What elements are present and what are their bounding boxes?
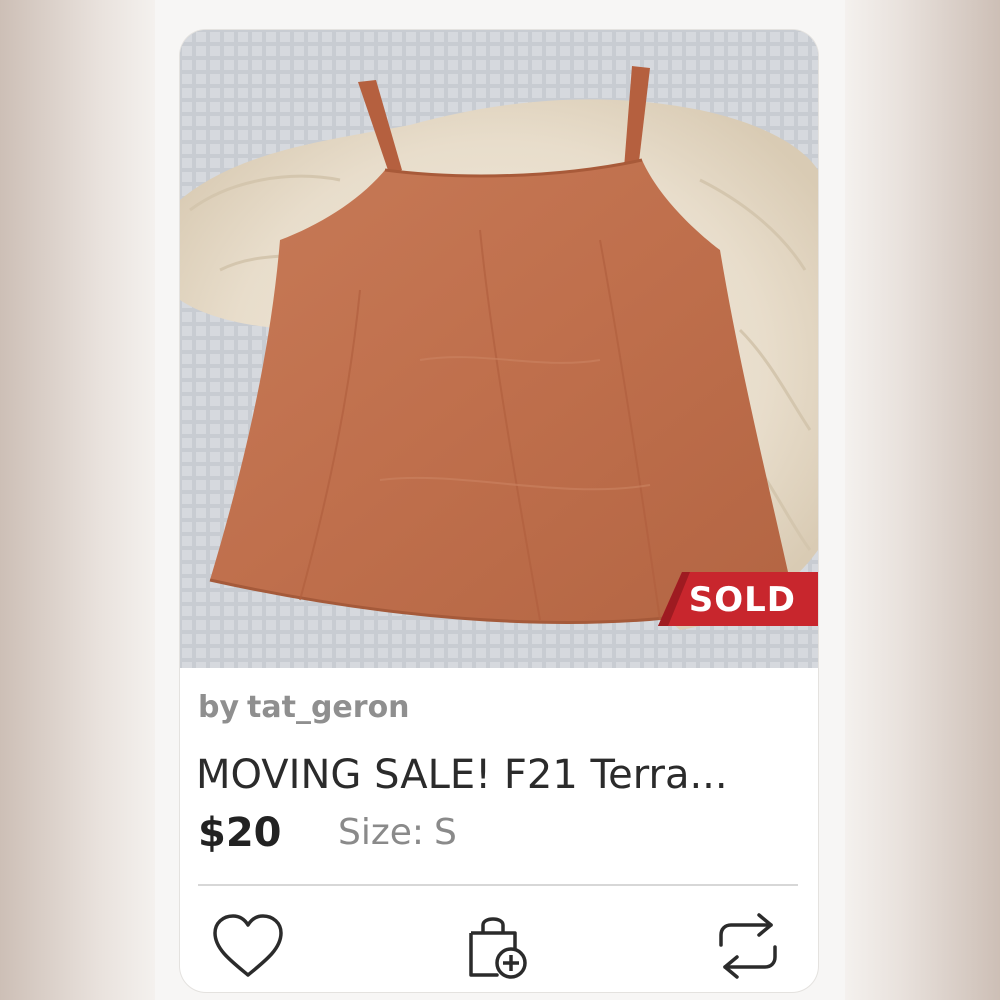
add-to-bundle-button[interactable]: [458, 908, 538, 984]
listing-card[interactable]: SOLD by tat_geron MOVING SALE! F21 Terra.…: [180, 30, 818, 992]
heart-icon: [213, 914, 283, 977]
sold-label: SOLD: [688, 580, 796, 620]
sold-badge: SOLD: [658, 572, 818, 626]
seller-prefix: by: [198, 690, 240, 725]
listing-photo[interactable]: SOLD: [180, 30, 818, 668]
divider: [198, 884, 798, 886]
share-button[interactable]: [708, 908, 788, 984]
seller-username[interactable]: tat_geron: [247, 690, 410, 725]
size-label: Size:: [338, 812, 425, 853]
size-info: Size: S: [338, 812, 457, 853]
like-button[interactable]: [208, 908, 288, 984]
size-value: S: [434, 812, 457, 853]
share-repeat-icon: [719, 913, 777, 979]
listing-title[interactable]: MOVING SALE! F21 Terra...: [196, 752, 728, 798]
shopping-bag-add-icon: [469, 917, 527, 979]
listing-price: $20: [198, 810, 282, 856]
seller-line[interactable]: by tat_geron: [198, 690, 410, 725]
